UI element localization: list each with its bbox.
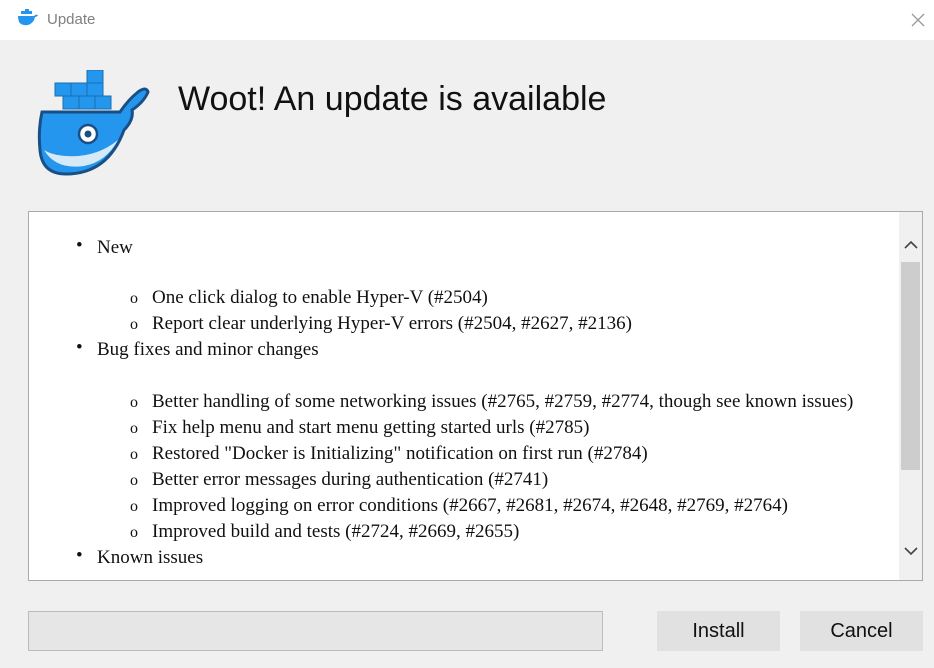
docker-whale-logo (37, 70, 150, 176)
list-item: o Better error messages during authentic… (97, 467, 899, 493)
section-label: Bug fixes and minor changes (97, 339, 319, 360)
download-progress-bar (28, 611, 603, 651)
sub-bullet: o (130, 472, 138, 489)
scroll-up-button[interactable] (899, 232, 922, 258)
scroll-down-button[interactable] (899, 538, 922, 564)
vertical-scrollbar[interactable] (899, 212, 922, 580)
list-item: o Better handling of some networking iss… (97, 389, 899, 415)
cancel-button[interactable]: Cancel (800, 611, 923, 651)
list-item: o Restored "Docker is Initializing" noti… (97, 441, 899, 467)
section-label: Known issues (97, 547, 204, 568)
sub-bullet: o (130, 420, 138, 437)
close-button[interactable] (904, 6, 932, 34)
title-bar: Update (0, 0, 934, 40)
list-item: o One click dialog to enable Hyper-V (#2… (97, 285, 899, 311)
release-notes-content: • New o One click dialog to enable Hyper… (29, 212, 899, 571)
sub-bullet: o (130, 498, 138, 515)
chevron-down-icon (903, 547, 918, 556)
section-known-issues: • Known issues (29, 545, 899, 571)
close-icon (911, 13, 925, 27)
list-item: o Fix help menu and start menu getting s… (97, 415, 899, 441)
list-item: o Improved build and tests (#2724, #2669… (97, 519, 899, 545)
section-label: New (97, 237, 133, 258)
bullet: • (76, 545, 83, 566)
bullet: • (76, 235, 83, 256)
docker-whale-icon (18, 9, 38, 26)
release-notes-panel[interactable]: • New o One click dialog to enable Hyper… (28, 211, 923, 581)
sub-bullet: o (130, 524, 138, 541)
list-item: o Report clear underlying Hyper-V errors… (97, 311, 899, 337)
chevron-up-icon (903, 240, 918, 249)
section-new: • New o One click dialog to enable Hyper… (29, 235, 899, 337)
sub-bullet: o (130, 394, 138, 411)
scroll-thumb[interactable] (901, 262, 920, 470)
sub-bullet: o (130, 290, 138, 307)
section-bug-fixes: • Bug fixes and minor changes o Better h… (29, 337, 899, 545)
bullet: • (76, 337, 83, 358)
sub-bullet: o (130, 316, 138, 333)
install-button[interactable]: Install (657, 611, 780, 651)
list-item: o Improved logging on error conditions (… (97, 493, 899, 519)
sub-bullet: o (130, 446, 138, 463)
window-title: Update (47, 11, 96, 28)
update-heading: Woot! An update is available (178, 80, 607, 118)
update-dialog: Update Woot! An update is available • Ne… (0, 0, 934, 668)
